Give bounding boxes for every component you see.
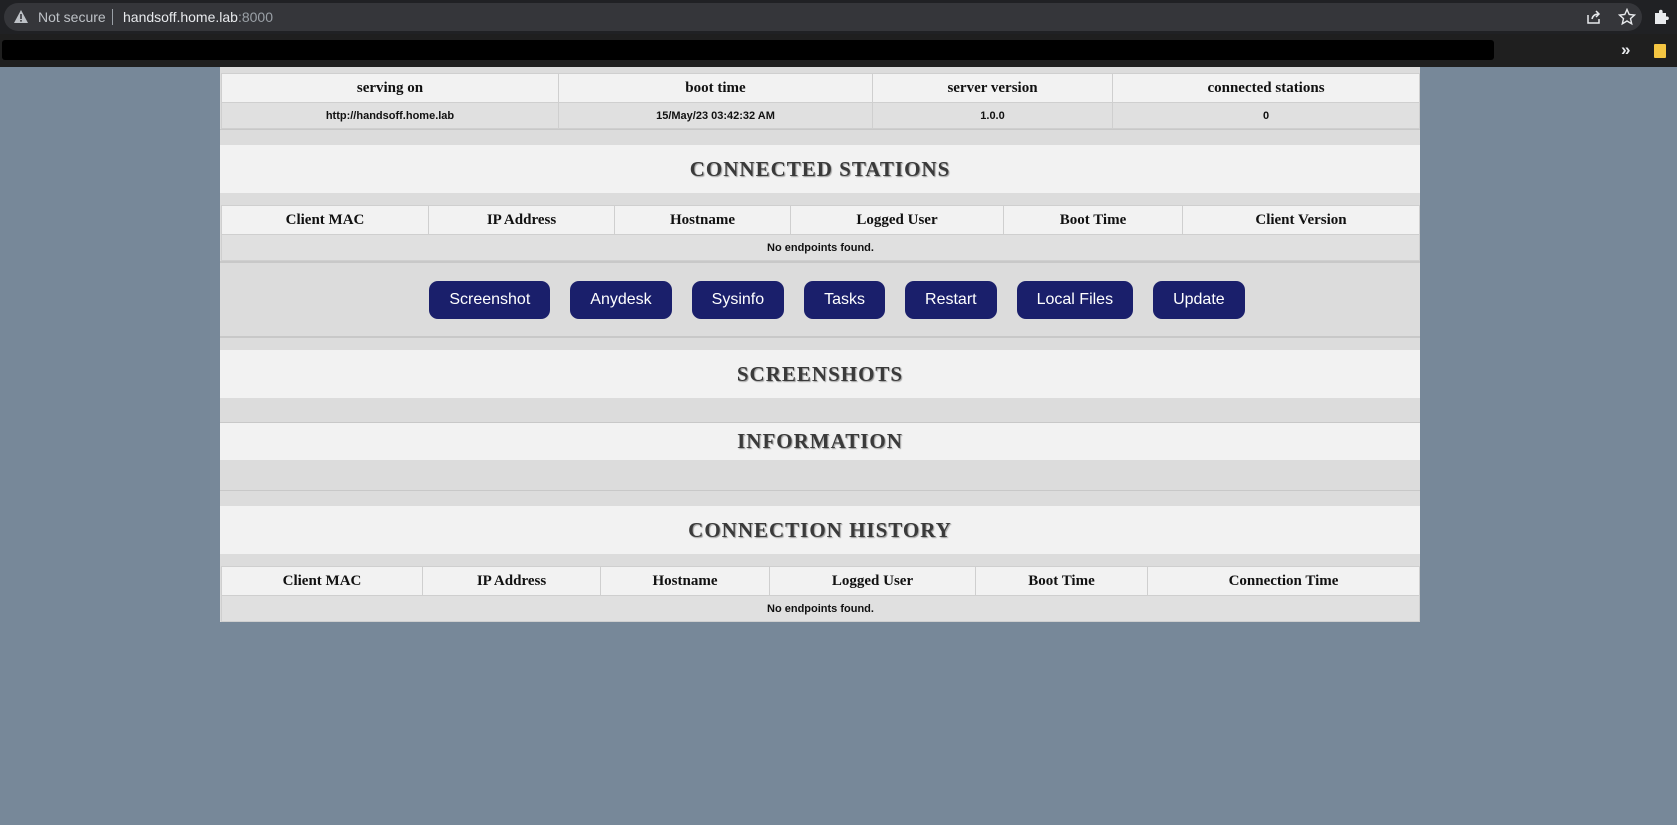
section-divider [220, 129, 1420, 145]
section-title: INFORMATION [737, 429, 903, 453]
security-label[interactable]: Not secure [38, 9, 106, 25]
action-button-bar: Screenshot Anydesk Sysinfo Tasks Restart… [220, 261, 1420, 338]
empty-message: No endpoints found. [221, 234, 1420, 261]
bookmarks-bar: » [0, 34, 1677, 67]
column-header: Hostname [600, 566, 770, 596]
bookmark-folder-icon[interactable] [1654, 44, 1666, 58]
serving-on-value: http://handsoff.home.lab [221, 102, 559, 129]
column-header: Logged User [769, 566, 976, 596]
connection-history-table: Client MAC IP Address Hostname Logged Us… [221, 566, 1420, 622]
column-header: Client MAC [221, 205, 429, 235]
table-row: http://handsoff.home.lab 15/May/23 03:42… [221, 102, 1420, 129]
column-header: Connection Time [1147, 566, 1420, 596]
column-header: IP Address [428, 205, 615, 235]
screenshots-area [220, 398, 1420, 422]
browser-address-bar: Not secure handsoff.home.lab:8000 [0, 0, 1677, 34]
table-header-row: Client MAC IP Address Hostname Logged Us… [221, 566, 1420, 596]
connected-stations-count: 0 [1112, 102, 1420, 129]
column-header: Boot Time [975, 566, 1148, 596]
screenshot-button[interactable]: Screenshot [429, 280, 551, 319]
column-header: Hostname [614, 205, 791, 235]
information-header: INFORMATION [220, 423, 1420, 460]
section-title: CONNECTED STATIONS [689, 156, 951, 181]
restart-button[interactable]: Restart [905, 280, 997, 319]
table-row: No endpoints found. [221, 595, 1420, 622]
column-header: Boot Time [1003, 205, 1183, 235]
local-files-button[interactable]: Local Files [1016, 280, 1134, 319]
url-text[interactable]: handsoff.home.lab:8000 [123, 9, 273, 25]
column-header: Client MAC [221, 566, 423, 596]
update-button[interactable]: Update [1153, 280, 1245, 319]
bookmarks-overflow-icon[interactable]: » [1621, 40, 1630, 60]
connection-history-header: CONNECTION HISTORY [220, 506, 1420, 554]
column-header: connected stations [1112, 73, 1420, 103]
extensions-puzzle-icon[interactable] [1653, 9, 1669, 25]
connected-stations-header: CONNECTED STATIONS [220, 145, 1420, 193]
share-icon[interactable] [1586, 10, 1602, 25]
empty-message: No endpoints found. [221, 595, 1420, 622]
section-divider [220, 490, 1420, 506]
dashboard-panel: serving on boot time server version conn… [220, 67, 1420, 622]
url-host: handsoff.home.lab [123, 9, 238, 25]
omnibox-divider [112, 9, 113, 25]
column-header: Client Version [1182, 205, 1420, 235]
bookmark-star-icon[interactable] [1618, 8, 1636, 26]
column-header: serving on [221, 73, 559, 103]
url-port: :8000 [237, 9, 273, 25]
column-header: IP Address [422, 566, 601, 596]
anydesk-button[interactable]: Anydesk [570, 280, 672, 319]
table-header-row: serving on boot time server version conn… [221, 73, 1420, 103]
tasks-button[interactable]: Tasks [804, 280, 886, 319]
redacted-bookmarks [2, 40, 1494, 60]
column-header: boot time [558, 73, 873, 103]
boot-time-value: 15/May/23 03:42:32 AM [558, 102, 873, 129]
server-version-value: 1.0.0 [872, 102, 1113, 129]
screenshots-header: SCREENSHOTS [220, 350, 1420, 398]
column-header: server version [872, 73, 1113, 103]
column-header: Logged User [790, 205, 1004, 235]
information-area [220, 460, 1420, 490]
section-title: SCREENSHOTS [736, 361, 904, 386]
server-status-table: serving on boot time server version conn… [221, 73, 1420, 129]
connected-stations-table: Client MAC IP Address Hostname Logged Us… [221, 205, 1420, 261]
table-row: No endpoints found. [221, 234, 1420, 261]
warning-icon[interactable] [14, 10, 28, 23]
section-title: CONNECTION HISTORY [688, 517, 952, 542]
table-header-row: Client MAC IP Address Hostname Logged Us… [221, 205, 1420, 235]
omnibox[interactable]: Not secure handsoff.home.lab:8000 [4, 3, 1642, 31]
sysinfo-button[interactable]: Sysinfo [691, 280, 785, 319]
